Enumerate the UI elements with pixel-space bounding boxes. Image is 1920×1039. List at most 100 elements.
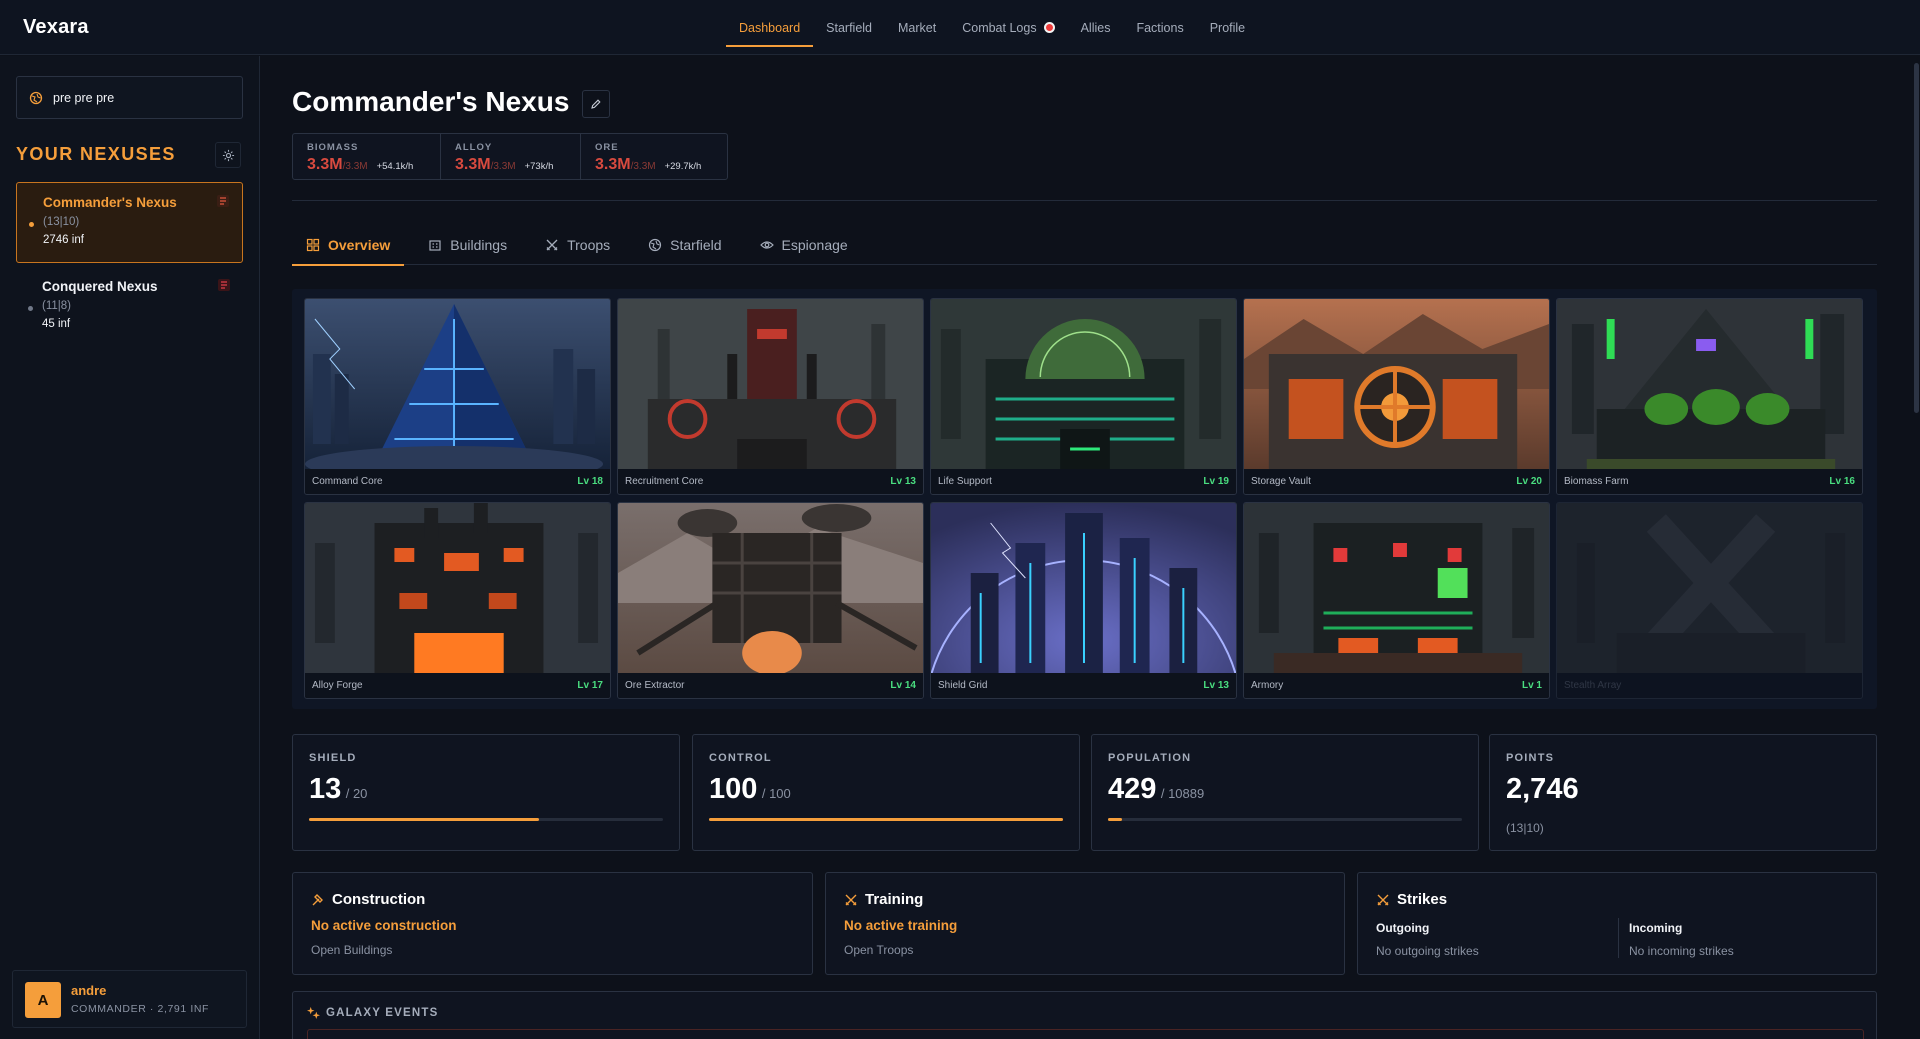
construction-card: Construction No active construction Open… [292, 872, 813, 975]
open-troops-link[interactable]: Open Troops [844, 943, 913, 957]
nexus-name: Conquered Nexus [42, 279, 158, 294]
building-level: Lv 19 [1203, 476, 1229, 487]
galaxy-events-panel: GALAXY EVENTS [292, 991, 1877, 1039]
strikes-card: Strikes Outgoing No outgoing strikes Inc… [1357, 872, 1877, 975]
sidebar: pre pre pre YOUR NEXUSES Commander's Nex… [0, 56, 260, 1039]
training-card: Training No active training Open Troops [825, 872, 1345, 975]
brand-logo[interactable]: Vexara [23, 16, 89, 39]
resource-value: 3.3M [595, 156, 631, 173]
nav-profile[interactable]: Profile [1197, 0, 1258, 55]
building-name: Stealth Array [1564, 680, 1622, 691]
tab-label: Starfield [670, 237, 722, 253]
biomass-farm-image [1557, 299, 1862, 471]
nexus-globe-icon [29, 91, 43, 104]
stat-progress-bar [709, 818, 1063, 821]
building-card-armory[interactable]: Armory Lv 1 [1243, 502, 1550, 699]
building-card-stealth-array[interactable]: Stealth Array [1556, 502, 1863, 699]
building-card-recruitment-core[interactable]: Recruitment Core Lv 13 [617, 298, 924, 495]
scrollbar-thumb[interactable] [1914, 63, 1919, 413]
tab-starfield[interactable]: Starfield [634, 225, 735, 265]
building-level: Lv 14 [890, 680, 916, 691]
scroll-icon[interactable] [216, 194, 230, 208]
stat-progress-bar [309, 818, 663, 821]
crossed-swords-icon [1377, 894, 1389, 905]
tab-espionage[interactable]: Espionage [746, 225, 862, 265]
nav-market[interactable]: Market [885, 0, 949, 55]
building-level: Lv 1 [1521, 680, 1542, 691]
stat-card-population: POPULATION 429 / 10889 [1091, 734, 1479, 851]
resource-label: ALLOY [455, 142, 493, 153]
armory-image [1244, 503, 1549, 675]
stat-value: 2,746 [1506, 773, 1579, 805]
stealth-array-image [1557, 503, 1862, 675]
building-card-storage-vault[interactable]: Storage Vault Lv 20 [1243, 298, 1550, 495]
crossed-swords-icon [845, 894, 857, 905]
stat-max: / 10889 [1160, 786, 1205, 801]
resource-biomass: BIOMASS 3.3M/3.3M +54.1k/h [293, 134, 441, 179]
building-card-command-core[interactable]: Command Core Lv 18 [304, 298, 611, 495]
resource-label: BIOMASS [307, 142, 359, 153]
stat-label: POPULATION [1108, 752, 1192, 764]
nexus-search-input[interactable]: pre pre pre [16, 76, 243, 119]
stat-label: CONTROL [709, 752, 772, 764]
stat-label: SHIELD [309, 752, 357, 764]
stat-progress-fill [709, 818, 1063, 821]
building-card-life-support[interactable]: Life Support Lv 19 [930, 298, 1237, 495]
stat-label: POINTS [1506, 752, 1555, 764]
resource-label: ORE [595, 142, 619, 153]
stat-progress-bar [1108, 818, 1462, 821]
tab-label: Troops [567, 237, 611, 253]
stat-value: 13 [309, 773, 342, 805]
building-card-shield-grid[interactable]: Shield Grid Lv 13 [930, 502, 1237, 699]
tab-label: Espionage [781, 237, 848, 253]
resource-rate: +54.1k/h [376, 161, 414, 172]
building-card-alloy-forge[interactable]: Alloy Forge Lv 17 [304, 502, 611, 699]
crossed-swords-icon [546, 239, 558, 251]
building-card-biomass-farm[interactable]: Biomass Farm Lv 16 [1556, 298, 1863, 495]
nexus-influence: 45 inf [42, 318, 71, 330]
shield-grid-image [931, 503, 1236, 675]
nexus-coords: (13|10) [43, 216, 80, 228]
building-card-ore-extractor[interactable]: Ore Extractor Lv 14 [617, 502, 924, 699]
building-name: Storage Vault [1251, 476, 1311, 487]
nexus-item-conquered-nexus[interactable]: Conquered Nexus (11|8) 45 inf [16, 267, 243, 348]
building-level: Lv 13 [1203, 680, 1229, 691]
nav-allies[interactable]: Allies [1068, 0, 1124, 55]
nav-starfield[interactable]: Starfield [813, 0, 885, 55]
edit-name-button[interactable] [582, 90, 610, 118]
user-profile-card[interactable]: A andre COMMANDER · 2,791 INF [12, 970, 247, 1028]
stat-card-shield: SHIELD 13 / 20 [292, 734, 680, 851]
stat-progress-fill [309, 818, 540, 821]
nav-factions[interactable]: Factions [1123, 0, 1196, 55]
tab-label: Buildings [450, 237, 508, 253]
open-buildings-link[interactable]: Open Buildings [311, 943, 392, 957]
nav-combat-logs[interactable]: Combat Logs [949, 0, 1067, 55]
building-name: Alloy Forge [312, 680, 363, 691]
resource-bar: BIOMASS 3.3M/3.3M +54.1k/h ALLOY 3.3M/3.3… [292, 133, 728, 180]
page-title: Commander's Nexus [292, 86, 570, 117]
storage-vault-image [1244, 299, 1549, 471]
nexus-item-commanders-nexus[interactable]: Commander's Nexus (13|10) 2746 inf [16, 182, 243, 263]
recruitment-core-image [618, 299, 923, 471]
card-title: Strikes [1397, 891, 1448, 908]
galaxy-event-item[interactable] [307, 1029, 1864, 1039]
outgoing-text: No outgoing strikes [1376, 944, 1479, 958]
building-level: Lv 18 [577, 476, 603, 487]
tab-overview[interactable]: Overview [292, 225, 405, 266]
outgoing-label: Outgoing [1376, 921, 1430, 935]
sparkle-icon [307, 1006, 320, 1019]
resource-alloy: ALLOY 3.3M/3.3M +73k/h [441, 134, 581, 179]
tab-troops[interactable]: Troops [531, 225, 624, 265]
buildings-grid: Command Core Lv 18 Recruitment Core Lv 13 [292, 289, 1877, 709]
tab-buildings[interactable]: Buildings [414, 225, 521, 265]
building-name: Recruitment Core [625, 476, 704, 487]
scroll-icon[interactable] [217, 278, 231, 292]
resource-cap: /3.3M [630, 161, 656, 172]
gear-icon [222, 149, 234, 161]
galaxy-events-title: GALAXY EVENTS [326, 1006, 439, 1019]
nav-dashboard[interactable]: Dashboard [726, 0, 814, 55]
nexus-settings-button[interactable] [215, 142, 241, 168]
building-name: Shield Grid [938, 680, 988, 691]
grid-icon [306, 238, 320, 252]
incoming-label: Incoming [1629, 921, 1683, 935]
